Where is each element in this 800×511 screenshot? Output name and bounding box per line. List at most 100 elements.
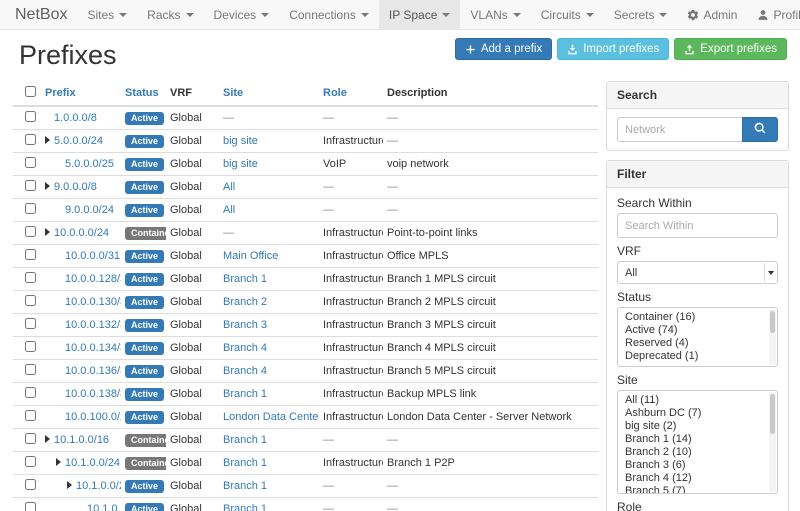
listbox-option[interactable]: All (11) (618, 394, 777, 407)
site-link[interactable]: All (223, 181, 235, 193)
site-link[interactable]: Branch 4 (223, 365, 267, 377)
row-checkbox[interactable] (25, 272, 36, 283)
site-link[interactable]: Branch 1 (223, 388, 267, 400)
nav-item-secrets[interactable]: Secrets (604, 0, 678, 29)
row-checkbox[interactable] (25, 502, 36, 511)
prefix-link[interactable]: 10.0.0.138/31 (65, 388, 121, 400)
prefix-link[interactable]: 9.0.0.0/24 (65, 204, 114, 216)
site-link[interactable]: All (223, 204, 235, 216)
site-link[interactable]: Branch 4 (223, 342, 267, 354)
row-checkbox[interactable] (25, 249, 36, 260)
status-listbox[interactable]: Container (16)Active (74)Reserved (4)Dep… (617, 307, 778, 367)
listbox-option[interactable]: Container (16) (618, 311, 777, 324)
listbox-option[interactable]: Reserved (4) (618, 337, 777, 350)
row-checkbox[interactable] (25, 364, 36, 375)
search-within-input[interactable] (617, 213, 778, 238)
prefix-link[interactable]: 10.1.0.0/16 (54, 434, 109, 446)
cell-prefix: 10.0.0.128/31 (41, 268, 121, 291)
row-checkbox[interactable] (25, 456, 36, 467)
row-checkbox[interactable] (25, 410, 36, 421)
row-checkbox[interactable] (25, 295, 36, 306)
prefix-link[interactable]: 10.0.0.128/31 (65, 273, 121, 285)
cell-site: Branch 2 (219, 291, 319, 314)
site-link[interactable]: Branch 1 (223, 457, 267, 469)
site-link[interactable]: Branch 1 (223, 503, 267, 511)
nav-item-sites[interactable]: Sites (77, 0, 137, 29)
prefix-link[interactable]: 10.1.0.0/24 (65, 457, 120, 469)
prefix-link[interactable]: 10.1.0.0/26 (87, 503, 121, 511)
row-checkbox[interactable] (25, 433, 36, 444)
brand-netbox[interactable]: NetBox (13, 0, 77, 29)
listbox-option[interactable]: Deprecated (1) (618, 350, 777, 363)
listbox-option[interactable]: Active (74) (618, 324, 777, 337)
cell-role: Infrastructure (319, 222, 383, 245)
listbox-option[interactable]: Ashburn DC (7) (618, 407, 777, 420)
row-checkbox[interactable] (25, 203, 36, 214)
row-checkbox[interactable] (25, 180, 36, 191)
select-all-checkbox[interactable] (25, 86, 36, 97)
column-sort-link[interactable]: Site (223, 87, 243, 99)
prefix-link[interactable]: 10.0.0.0/24 (54, 227, 109, 239)
nav-item-circuits[interactable]: Circuits (531, 0, 604, 29)
row-checkbox[interactable] (25, 111, 36, 122)
nav-item-devices[interactable]: Devices (204, 0, 280, 29)
nav-item-racks[interactable]: Racks (137, 0, 203, 29)
prefix-link[interactable]: 10.0.0.134/31 (65, 342, 121, 354)
search-within-label: Search Within (617, 196, 778, 210)
prefix-link[interactable]: 9.0.0.0/8 (54, 181, 97, 193)
row-checkbox[interactable] (25, 157, 36, 168)
scrollbar-thumb[interactable] (770, 394, 775, 434)
site-listbox[interactable]: All (11)Ashburn DC (7)big site (2)Branch… (617, 390, 778, 494)
role-value: Infrastructure (323, 388, 383, 400)
listbox-option[interactable]: Branch 3 (6) (618, 459, 777, 472)
import-prefixes-button[interactable]: Import prefixes (557, 38, 669, 60)
listbox-option[interactable]: Branch 1 (14) (618, 433, 777, 446)
prefix-link[interactable]: 10.0.0.130/31 (65, 296, 121, 308)
status-badge: Active (125, 319, 164, 332)
site-link[interactable]: big site (223, 158, 258, 170)
prefix-link[interactable]: 5.0.0.0/24 (54, 135, 103, 147)
column-sort-link[interactable]: Prefix (45, 87, 76, 99)
tree-indent (45, 396, 56, 397)
nav-item-profile[interactable]: Profile (747, 0, 800, 29)
site-link[interactable]: London Data Center (223, 411, 319, 423)
nav-item-vlans[interactable]: VLANs (460, 0, 530, 29)
nav-item-ip-space[interactable]: IP Space (379, 0, 460, 29)
listbox-option[interactable]: big site (2) (618, 420, 777, 433)
vrf-select[interactable]: All (617, 261, 778, 284)
row-checkbox[interactable] (25, 479, 36, 490)
search-input[interactable] (617, 117, 742, 142)
column-sort-link[interactable]: Role (323, 87, 347, 99)
nav-item-admin[interactable]: Admin (677, 0, 747, 29)
row-checkbox[interactable] (25, 226, 36, 237)
site-link[interactable]: Branch 2 (223, 296, 267, 308)
row-checkbox[interactable] (25, 134, 36, 145)
listbox-option[interactable]: Branch 4 (12) (618, 472, 777, 485)
prefix-link[interactable]: 10.0.0.136/31 (65, 365, 121, 377)
prefix-link[interactable]: 1.0.0.0/8 (54, 112, 97, 124)
row-checkbox[interactable] (25, 341, 36, 352)
prefix-link[interactable]: 10.1.0.0/25 (76, 480, 121, 492)
site-link[interactable]: big site (223, 135, 258, 147)
site-link[interactable]: Branch 1 (223, 480, 267, 492)
export-prefixes-button[interactable]: Export prefixes (674, 38, 787, 60)
site-link[interactable]: Branch 1 (223, 273, 267, 285)
search-button[interactable] (742, 117, 778, 142)
scrollbar-thumb[interactable] (770, 311, 775, 333)
prefix-link[interactable]: 5.0.0.0/25 (65, 158, 114, 170)
site-link[interactable]: Branch 1 (223, 434, 267, 446)
role-value: Infrastructure (323, 365, 383, 377)
column-sort-link[interactable]: Status (125, 87, 159, 99)
listbox-option[interactable]: Branch 5 (7) (618, 485, 777, 494)
listbox-option[interactable]: Branch 2 (10) (618, 446, 777, 459)
row-checkbox[interactable] (25, 387, 36, 398)
nav-item-connections[interactable]: Connections (279, 0, 379, 29)
add-a-prefix-button[interactable]: Add a prefix (455, 38, 552, 60)
row-checkbox[interactable] (25, 318, 36, 329)
site-link[interactable]: Main Office (223, 250, 278, 262)
prefix-link[interactable]: 10.0.0.132/31 (65, 319, 121, 331)
prefix-link[interactable]: 10.0.100.0/24 (65, 411, 121, 423)
cell-role: Infrastructure (319, 130, 383, 153)
site-link[interactable]: Branch 3 (223, 319, 267, 331)
prefix-link[interactable]: 10.0.0.0/31 (65, 250, 120, 262)
